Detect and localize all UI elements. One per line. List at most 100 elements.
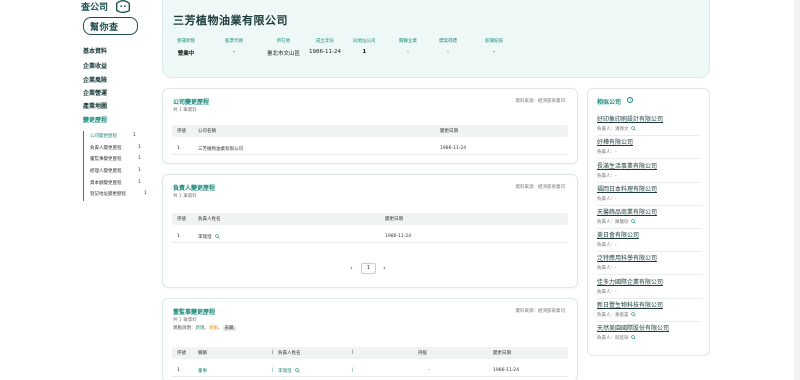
search-icon[interactable]: [215, 234, 220, 239]
sidebar-sub-owner-changes[interactable]: 負責人變更歷程: [90, 145, 122, 151]
sidebar-item-risk[interactable]: 企業風險: [83, 75, 107, 84]
stat-value: -: [493, 49, 495, 55]
divider: [597, 274, 701, 275]
cell-owner-name[interactable]: 李瑞澄: [198, 234, 220, 240]
card-title: 公司變更歷程: [173, 99, 210, 106]
page-number[interactable]: 1: [361, 263, 376, 274]
divider: [597, 182, 701, 183]
stat-label: 標案得標: [439, 39, 457, 44]
sub-count: 1: [144, 191, 147, 196]
similar-company-link[interactable]: 天馨飾品商業有限公司: [597, 207, 657, 216]
stat-location: 所在地 臺北市文山區: [267, 38, 300, 57]
table-row: 1 三芳植物油業有限公司 1986-11-24: [172, 142, 568, 155]
stat-label: 關聯企業: [399, 39, 417, 44]
similar-company-link[interactable]: 美日會有限公司: [597, 230, 639, 239]
logo-mascot-icon: [116, 0, 130, 14]
owner-name: 邱銘琛: [615, 336, 629, 341]
cell-index: 1: [177, 368, 180, 373]
board-change-card: 董監事變更歷程 共 1 筆資料 資料來源：經濟部商業司 異動說明：新增、異動、去…: [162, 298, 578, 380]
cell-change-date: 1986-11-24: [385, 234, 412, 239]
table-row: 1 李瑞澄 1986-11-24: [172, 230, 568, 243]
cell-index: 1: [177, 146, 180, 151]
owner-name-text: 李瑞澄: [198, 235, 212, 240]
cell-change-date: 1986-11-24: [493, 368, 520, 373]
sub-count: 1: [138, 168, 141, 173]
col-index: 序號: [177, 351, 186, 356]
legend-change: 異動: [209, 326, 218, 331]
similar-company-link[interactable]: 好樺有限公司: [597, 137, 633, 146]
logo-bubble: 幫你查: [83, 17, 138, 35]
data-source: 資料來源：經濟部商業司: [515, 99, 566, 104]
similar-company-link[interactable]: 長滿生活事業有限公司: [597, 161, 657, 170]
similar-company-link[interactable]: 泛特應用科學有限公司: [597, 253, 657, 262]
similar-company-link[interactable]: 好印象印刷設計有限公司: [597, 114, 663, 123]
sidebar-sub-board-changes[interactable]: 董監事變更歷程: [90, 156, 122, 162]
sidebar-item-change-history[interactable]: 變更歷程: [83, 115, 107, 124]
sidebar-sub-manager-changes[interactable]: 經理人變更歷程: [90, 168, 122, 174]
legend-sep: 、: [218, 326, 223, 331]
owner-prefix: 負責人：: [597, 266, 615, 271]
sidebar-sub-company-changes[interactable]: 公司變更歷程: [90, 133, 117, 139]
help-icon[interactable]: ?: [627, 97, 633, 103]
table-header: 序號 公司名稱 變更日期: [172, 125, 568, 137]
owner-prefix: 負責人：: [597, 243, 615, 248]
similar-company-link[interactable]: 新日豐生物科技有限公司: [597, 300, 663, 309]
owner-prefix: 負責人：: [597, 290, 615, 295]
similar-company-link[interactable]: 天然美園國際股份有限公司: [597, 323, 669, 332]
similar-company-owner: 負責人：潘佩文: [597, 126, 636, 132]
search-icon[interactable]: [630, 312, 636, 317]
sidebar-item-industry-map[interactable]: 產業地圖: [83, 101, 107, 110]
search-icon[interactable]: [630, 126, 636, 131]
owner-name: 潘佩文: [615, 127, 629, 132]
similar-company-owner: 負責人：-: [597, 242, 617, 248]
cell-owner-name[interactable]: 李瑞澄: [278, 368, 300, 374]
col-title: 職稱: [198, 351, 207, 356]
company-title: 三芳植物油業有限公司: [173, 14, 288, 27]
owner-name: 陳馥欣: [615, 220, 629, 225]
sub-count: 1: [138, 145, 141, 150]
stat-value: -: [447, 49, 449, 55]
table-header: 序號 職稱 | 負責人姓名 | 持股 變更日期: [172, 347, 568, 359]
sidebar-item-basic-info[interactable]: 基本資料: [83, 46, 107, 55]
stat-value: -: [233, 49, 235, 55]
stat-same-address[interactable]: 同地址公司 1: [353, 38, 376, 55]
col-owner-name: 負責人姓名: [278, 351, 301, 356]
cell-company-name: 三芳植物油業有限公司: [198, 147, 243, 152]
divider: [597, 298, 701, 299]
sidebar-item-operation[interactable]: 企業營運: [83, 88, 107, 97]
cell-title: 董事: [198, 369, 207, 374]
prev-page-icon[interactable]: ‹: [350, 264, 353, 272]
similar-company-link[interactable]: 佳多力國際企業有限公司: [597, 277, 663, 286]
divider: [597, 158, 701, 159]
legend-new: 新增: [195, 326, 205, 331]
stat-label: 營運狀態: [177, 39, 195, 44]
sidebar-item-revenue[interactable]: 企業收益: [83, 61, 107, 70]
search-icon[interactable]: [630, 219, 636, 224]
owner-prefix: 負責人：: [597, 313, 615, 318]
page-scrollbar[interactable]: [794, 0, 800, 380]
col-change-date: 變更日期: [493, 351, 511, 356]
owner-change-card: 負責人變更歷程 共 1 筆資料 資料來源：經濟部商業司 序號 負責人姓名 變更日…: [162, 174, 578, 288]
similar-company-owner: 負責人：黃俊棠: [597, 312, 636, 318]
cell-change-date: 1986-11-24: [440, 146, 467, 151]
owner-prefix: 負責人：: [597, 336, 615, 341]
similar-company-link[interactable]: 福岡日本料理有限公司: [597, 184, 657, 193]
stat-value: 臺北市文山區: [267, 51, 301, 57]
site-logo[interactable]: 查公司 幫你查: [78, 0, 138, 40]
sidebar-sub-address-changes[interactable]: 登記地址變更歷程: [90, 191, 126, 197]
owner-name: 黃俊棠: [615, 313, 629, 318]
card-title: 負責人變更歷程: [173, 185, 216, 192]
similar-company-owner: 負責人：-: [597, 196, 617, 202]
search-icon[interactable]: [295, 368, 300, 373]
sidebar-sub-capital-changes[interactable]: 資本額變更歷程: [90, 180, 122, 186]
col-index: 序號: [177, 129, 186, 134]
owner-name: -: [615, 197, 617, 202]
search-icon[interactable]: [630, 335, 636, 340]
owner-name: -: [615, 290, 617, 295]
next-page-icon[interactable]: ›: [383, 264, 386, 272]
divider: [597, 135, 701, 136]
sub-count: 1: [133, 133, 136, 138]
owner-prefix: 負責人：: [597, 127, 615, 132]
stat-tenders: 標案得標 -: [439, 38, 457, 55]
legend-prefix: 異動說明：: [173, 326, 196, 331]
